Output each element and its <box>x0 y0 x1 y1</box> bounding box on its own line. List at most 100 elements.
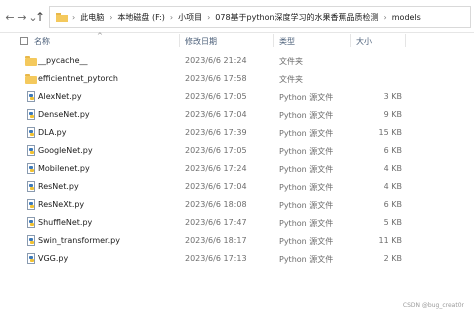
breadcrumb: 此电脑 › 本地磁盘 (F:) › 小项目 › 078基于python深度学习的水果香蕉品质… <box>80 12 421 23</box>
breadcrumb-separator: › <box>109 12 113 22</box>
file-type: Python 源文件 <box>279 237 334 246</box>
python-file-icon <box>27 127 35 138</box>
python-file-icon <box>27 235 35 246</box>
breadcrumb-item[interactable]: 本地磁盘 (F:) › <box>117 12 178 23</box>
breadcrumb-item[interactable]: 此电脑 › <box>80 12 117 23</box>
file-name: GoogleNet.py <box>38 146 93 155</box>
file-name: Swin_transformer.py <box>38 236 120 245</box>
file-size: 2 KB <box>383 254 402 263</box>
column-header-size[interactable]: 大小 <box>356 36 372 47</box>
file-modified-date: 2023/6/6 17:05 <box>185 92 247 101</box>
list-item[interactable]: DenseNet.py 2023/6/6 17:04 Python 源文件 9 KB <box>0 106 474 124</box>
python-file-icon <box>27 181 35 192</box>
file-modified-date: 2023/6/6 21:24 <box>185 56 247 65</box>
breadcrumb-separator: › <box>169 12 174 22</box>
column-divider[interactable] <box>350 34 351 47</box>
breadcrumb-separator: › <box>207 12 211 22</box>
file-size: 3 KB <box>383 92 402 101</box>
breadcrumb-label: 078基于python深度学习的水果香蕉品质检测 <box>215 12 379 22</box>
column-divider[interactable] <box>273 34 274 47</box>
file-size: 6 KB <box>383 146 402 155</box>
folder-icon <box>56 12 68 22</box>
file-size: 9 KB <box>383 110 402 119</box>
file-name: VGG.py <box>38 254 69 263</box>
python-file-icon <box>27 217 35 228</box>
file-size: 6 KB <box>383 200 402 209</box>
folder-icon <box>25 73 37 84</box>
file-modified-date: 2023/6/6 17:58 <box>185 74 247 83</box>
breadcrumb-label: 此电脑 <box>80 12 105 22</box>
python-file-icon <box>27 109 35 120</box>
file-name: ResNet.py <box>38 182 79 191</box>
column-header-date[interactable]: 修改日期 <box>185 36 217 47</box>
file-name: __pycache__ <box>38 56 88 65</box>
file-type: Python 源文件 <box>279 147 334 156</box>
watermark: CSDN @bug_creat0r <box>402 302 464 309</box>
column-divider[interactable] <box>405 34 406 47</box>
column-headers: ^ 名称 修改日期 类型 大小 <box>0 32 474 48</box>
python-file-icon <box>27 199 35 210</box>
file-type: Python 源文件 <box>279 219 334 228</box>
file-modified-date: 2023/6/6 17:39 <box>185 128 247 137</box>
file-size: 4 KB <box>383 164 402 173</box>
file-type: Python 源文件 <box>279 111 334 120</box>
list-item[interactable]: Swin_transformer.py 2023/6/6 18:17 Python … <box>0 232 474 250</box>
file-type: Python 源文件 <box>279 93 334 102</box>
file-name: ResNeXt.py <box>38 200 85 209</box>
file-name: DLA.py <box>38 128 67 137</box>
breadcrumb-label: 本地磁盘 (F:) <box>117 12 165 22</box>
address-toolbar: ← → ⌄ ↑ › 此电脑 › 本地磁盘 (F:) › 小项目 › 078基于python深… <box>0 0 474 33</box>
list-item[interactable]: AlexNet.py 2023/6/6 17:05 Python 源文件 3 KB <box>0 88 474 106</box>
file-size: 11 KB <box>378 236 402 245</box>
file-modified-date: 2023/6/6 17:13 <box>185 254 247 263</box>
file-name: efficientnet_pytorch <box>38 74 118 83</box>
file-modified-date: 2023/6/6 17:04 <box>185 110 247 119</box>
breadcrumb-item[interactable]: 078基于python深度学习的水果香蕉品质检测 › <box>215 12 391 23</box>
file-name: ShuffleNet.py <box>38 218 93 227</box>
breadcrumb-label: 小项目 <box>178 12 203 22</box>
file-modified-date: 2023/6/6 17:04 <box>185 182 247 191</box>
breadcrumb-label: models <box>391 12 421 22</box>
file-type: 文件夹 <box>279 75 303 84</box>
python-file-icon <box>27 163 35 174</box>
file-name: DenseNet.py <box>38 110 90 119</box>
python-file-icon <box>27 91 35 102</box>
file-type: Python 源文件 <box>279 255 334 264</box>
file-type: Python 源文件 <box>279 201 334 210</box>
python-file-icon <box>27 145 35 156</box>
sort-ascending-icon: ^ <box>97 32 103 40</box>
file-modified-date: 2023/6/6 18:17 <box>185 236 247 245</box>
file-name: AlexNet.py <box>38 92 82 101</box>
breadcrumb-item[interactable]: 小项目 › <box>178 12 215 23</box>
python-file-icon <box>27 253 35 264</box>
file-modified-date: 2023/6/6 17:47 <box>185 218 247 227</box>
list-item[interactable]: DLA.py 2023/6/6 17:39 Python 源文件 15 KB <box>0 124 474 142</box>
column-header-name[interactable]: 名称 <box>34 36 50 47</box>
file-type: Python 源文件 <box>279 183 334 192</box>
file-size: 4 KB <box>383 182 402 191</box>
up-icon[interactable]: ↑ <box>33 10 47 24</box>
select-all-checkbox[interactable] <box>20 37 28 45</box>
list-item[interactable]: efficientnet_pytorch 2023/6/6 17:58 文件夹 <box>0 70 474 88</box>
breadcrumb-separator: › <box>383 12 387 22</box>
breadcrumb-separator: › <box>72 12 76 22</box>
column-divider[interactable] <box>179 34 180 47</box>
list-item[interactable]: VGG.py 2023/6/6 17:13 Python 源文件 2 KB <box>0 250 474 268</box>
list-item[interactable]: GoogleNet.py 2023/6/6 17:05 Python 源文件 6 KB <box>0 142 474 160</box>
file-type: Python 源文件 <box>279 165 334 174</box>
breadcrumb-item[interactable]: models <box>392 13 421 22</box>
file-modified-date: 2023/6/6 18:08 <box>185 200 247 209</box>
folder-icon <box>25 55 37 66</box>
file-size: 15 KB <box>378 128 402 137</box>
file-type: 文件夹 <box>279 57 303 66</box>
file-name: Mobilenet.py <box>38 164 90 173</box>
list-item[interactable]: ResNet.py 2023/6/6 17:04 Python 源文件 4 KB <box>0 178 474 196</box>
file-modified-date: 2023/6/6 17:05 <box>185 146 247 155</box>
column-header-type[interactable]: 类型 <box>279 36 295 47</box>
list-item[interactable]: __pycache__ 2023/6/6 21:24 文件夹 <box>0 52 474 70</box>
address-bar[interactable]: › 此电脑 › 本地磁盘 (F:) › 小项目 › 078基于python深度学习的水果香蕉… <box>49 6 471 28</box>
list-item[interactable]: ResNeXt.py 2023/6/6 18:08 Python 源文件 6 KB <box>0 196 474 214</box>
list-item[interactable]: ShuffleNet.py 2023/6/6 17:47 Python 源文件 5 K… <box>0 214 474 232</box>
file-modified-date: 2023/6/6 17:24 <box>185 164 247 173</box>
list-item[interactable]: Mobilenet.py 2023/6/6 17:24 Python 源文件 4 KB <box>0 160 474 178</box>
